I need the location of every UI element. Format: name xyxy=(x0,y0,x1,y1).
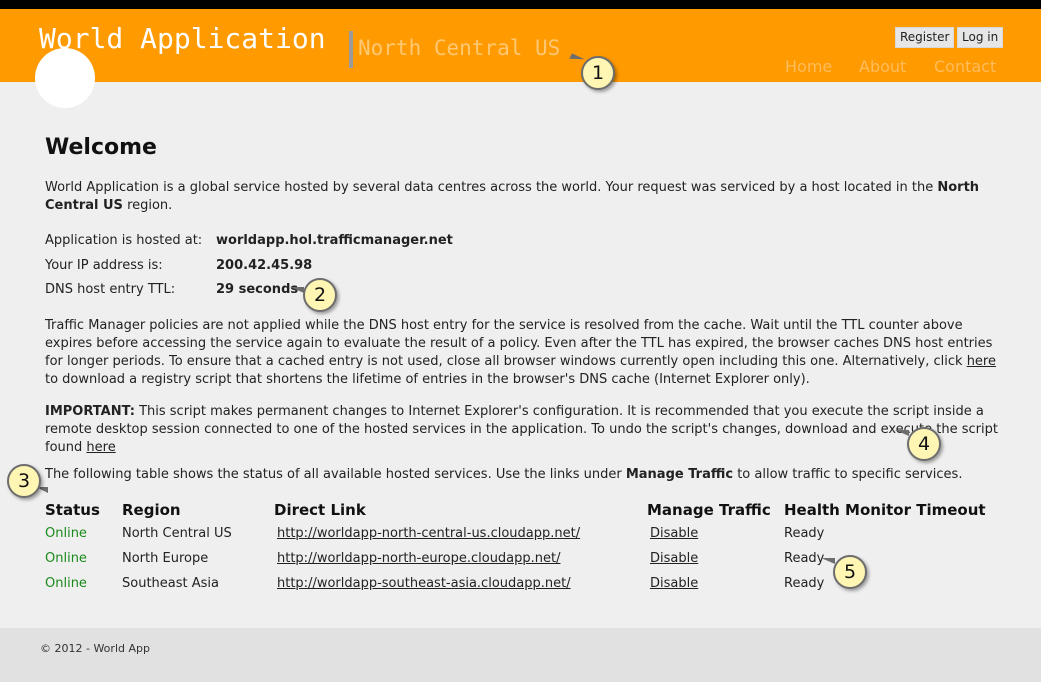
registry-script-link[interactable]: here xyxy=(967,354,996,369)
row-status: Online xyxy=(45,526,87,541)
row-direct-link[interactable]: http://worldapp-north-central-us.cloudap… xyxy=(277,526,580,541)
callout-badge: 3 xyxy=(7,464,41,498)
col-manage-traffic: Manage Traffic xyxy=(647,501,771,519)
page-heading: Welcome xyxy=(45,135,157,160)
ip-label: Your IP address is: xyxy=(45,258,163,273)
undo-script-link[interactable]: here xyxy=(86,440,115,455)
ip-value: 200.42.45.98 xyxy=(216,258,313,273)
row-region: North Central US xyxy=(122,526,232,541)
row-region: North Europe xyxy=(122,551,209,566)
policy-text: Traffic Manager policies are not applied… xyxy=(45,318,993,369)
row-status: Online xyxy=(45,576,87,591)
table-intro-suffix: to allow traffic to specific services. xyxy=(737,467,963,482)
col-region: Region xyxy=(122,501,181,519)
nav-about[interactable]: About xyxy=(859,57,906,76)
important-paragraph: IMPORTANT: This script makes permanent c… xyxy=(45,403,1007,457)
row-disable-link[interactable]: Disable xyxy=(650,526,698,541)
intro-paragraph: World Application is a global service ho… xyxy=(45,179,1007,215)
row-health: Ready xyxy=(784,551,825,566)
nav-contact[interactable]: Contact xyxy=(934,57,996,76)
col-status: Status xyxy=(45,501,100,519)
row-health: Ready xyxy=(784,576,825,591)
row-health: Ready xyxy=(784,526,825,541)
logo-circle xyxy=(35,48,95,108)
intro-suffix: region. xyxy=(127,198,173,213)
row-direct-link[interactable]: http://worldapp-southeast-asia.cloudapp.… xyxy=(277,576,571,591)
footer-copyright: © 2012 - World App xyxy=(40,642,150,655)
row-region: Southeast Asia xyxy=(122,576,219,591)
callout-badge: 1 xyxy=(581,56,615,90)
top-black-strip xyxy=(0,0,1041,9)
policy-suffix: to download a registry script that short… xyxy=(45,372,810,387)
callout-badge: 2 xyxy=(303,278,337,312)
col-direct-link: Direct Link xyxy=(274,501,366,519)
login-link[interactable]: Log in xyxy=(957,27,1004,48)
policy-paragraph: Traffic Manager policies are not applied… xyxy=(45,317,1007,389)
title-separator xyxy=(349,31,353,68)
row-status: Online xyxy=(45,551,87,566)
intro-text: World Application is a global service ho… xyxy=(45,180,934,195)
callout-pointer xyxy=(821,558,835,564)
callout-badge: 4 xyxy=(907,427,941,461)
row-disable-link[interactable]: Disable xyxy=(650,551,698,566)
table-intro: The following table shows the status of … xyxy=(45,466,1007,484)
hosted-value: worldapp.hol.trafficmanager.net xyxy=(216,233,453,248)
hosted-label: Application is hosted at: xyxy=(45,233,203,248)
callout-pointer xyxy=(290,287,304,293)
ttl-label: DNS host entry TTL: xyxy=(45,282,176,297)
callout-pointer xyxy=(895,430,909,436)
site-title[interactable]: World Application xyxy=(39,22,326,55)
col-health-monitor: Health Monitor Timeout xyxy=(784,501,986,519)
row-disable-link[interactable]: Disable xyxy=(650,576,698,591)
important-label: IMPORTANT: xyxy=(45,404,135,419)
region-title: North Central US xyxy=(358,36,561,60)
table-intro-text: The following table shows the status of … xyxy=(45,467,622,482)
register-link[interactable]: Register xyxy=(895,27,955,48)
table-intro-bold: Manage Traffic xyxy=(625,467,734,482)
callout-badge: 5 xyxy=(833,555,867,589)
nav-home[interactable]: Home xyxy=(785,57,832,76)
ttl-value: 29 seconds xyxy=(216,282,299,297)
important-text: This script makes permanent changes to I… xyxy=(45,404,998,455)
site-footer xyxy=(0,628,1041,682)
row-direct-link[interactable]: http://worldapp-north-europe.cloudapp.ne… xyxy=(277,551,561,566)
